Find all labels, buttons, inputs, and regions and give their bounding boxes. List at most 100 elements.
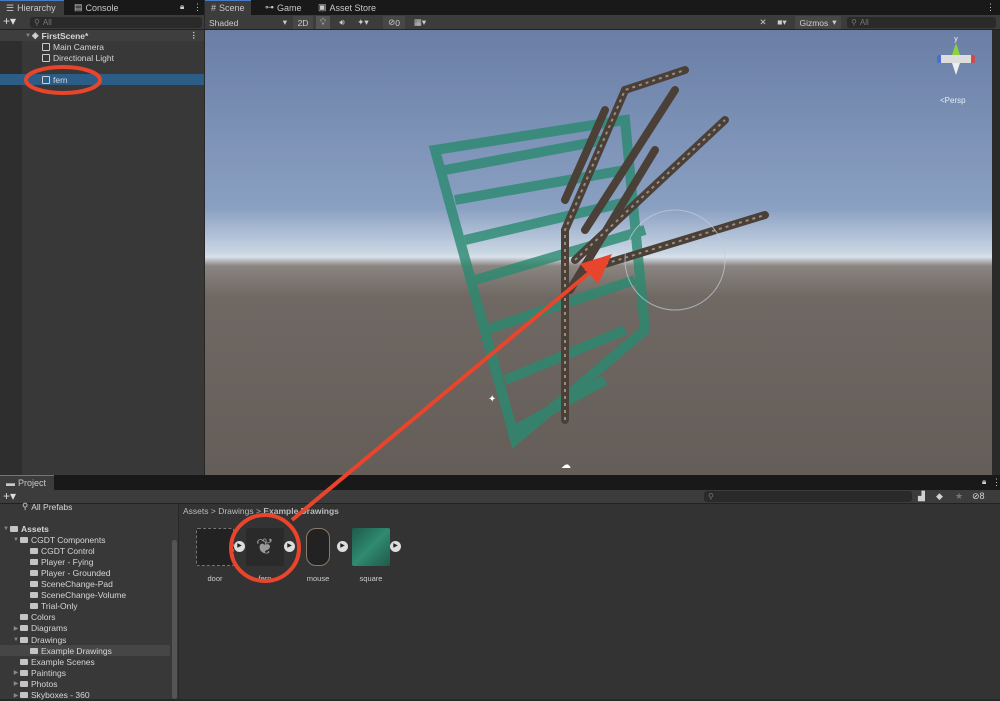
project-search-input[interactable]: ⚲ bbox=[704, 491, 912, 502]
folder-icon bbox=[30, 647, 38, 654]
list-icon: ☰ bbox=[6, 2, 15, 13]
collapse-arrow-icon[interactable]: ▶ bbox=[12, 692, 20, 699]
tools-icon[interactable]: ✕ bbox=[757, 16, 769, 29]
breadcrumb-drawings[interactable]: Drawings bbox=[218, 506, 253, 516]
eye-slash-icon: ⊘ bbox=[972, 491, 980, 501]
scene-search-input[interactable]: ⚲ All bbox=[847, 17, 996, 28]
folder-label: Paintings bbox=[31, 667, 66, 678]
expand-arrow-icon[interactable]: ▼ bbox=[12, 637, 20, 643]
asset-fern[interactable]: ❦ ▶ fern bbox=[243, 528, 295, 583]
folder-item[interactable]: Player - Fying bbox=[0, 556, 170, 567]
collapse-arrow-icon[interactable]: ▶ bbox=[12, 669, 20, 676]
breadcrumb: Assets > Drawings > Example Drawings bbox=[183, 506, 339, 516]
expand-arrow-icon[interactable]: ▼ bbox=[12, 537, 20, 543]
play-icon[interactable]: ▶ bbox=[284, 541, 295, 552]
folder-item[interactable]: ▼ Drawings bbox=[0, 634, 170, 645]
orientation-gizmo[interactable]: y bbox=[935, 36, 977, 92]
scene-root-row[interactable]: ▼ ◈ FirstScene* ⋮ bbox=[0, 30, 204, 41]
tab-game[interactable]: ⊶ Game bbox=[259, 0, 308, 15]
scene-viewport[interactable]: ✦ ☁ y <Persp bbox=[205, 30, 992, 475]
folder-item[interactable]: ▶ Diagrams bbox=[0, 623, 170, 634]
folder-item[interactable]: ▼ Assets bbox=[0, 523, 170, 534]
folder-item[interactable]: CGDT Control bbox=[0, 545, 170, 556]
hierarchy-item-main-camera[interactable]: Main Camera bbox=[0, 41, 204, 52]
grid-icon: # bbox=[211, 3, 217, 13]
asset-door[interactable]: ▶ door bbox=[193, 528, 245, 583]
lighting-toggle-icon[interactable]: 💡︎ bbox=[316, 16, 330, 29]
collapse-arrow-icon[interactable]: ▶ bbox=[12, 680, 20, 687]
tab-hierarchy[interactable]: ☰ Hierarchy bbox=[0, 0, 64, 15]
scene-scrollbar[interactable] bbox=[992, 30, 1000, 475]
gizmos-dropdown[interactable]: Gizmos ▾ bbox=[795, 16, 841, 29]
favorite-all-prefabs[interactable]: ⚲ All Prefabs bbox=[0, 501, 72, 512]
breadcrumb-example-drawings[interactable]: Example Drawings bbox=[263, 506, 339, 516]
2d-toggle[interactable]: 2D bbox=[293, 16, 313, 29]
collapse-arrow-icon[interactable]: ▶ bbox=[12, 625, 20, 632]
folder-icon bbox=[20, 636, 28, 643]
tab-project[interactable]: ▬ Project bbox=[0, 475, 54, 490]
eye-slash-icon: ⊘ bbox=[388, 17, 396, 27]
asset-mouse[interactable]: ▶ mouse bbox=[296, 528, 348, 583]
folder-label: SceneChange-Pad bbox=[41, 579, 113, 589]
search-icon: ⚲ bbox=[708, 492, 714, 501]
camera-dropdown-icon[interactable]: ■▾ bbox=[772, 16, 792, 29]
folder-item[interactable]: Player - Grounded bbox=[0, 567, 170, 578]
tab-console[interactable]: ▤ Console bbox=[68, 0, 125, 15]
projection-label[interactable]: <Persp bbox=[940, 96, 966, 105]
folder-icon bbox=[20, 536, 28, 543]
audio-toggle-icon[interactable]: 🔊︎ bbox=[335, 16, 349, 29]
tab-scene[interactable]: # Scene bbox=[205, 0, 251, 15]
tree-scrollbar[interactable] bbox=[172, 540, 177, 699]
effects-toggle-icon[interactable]: ✦▾ bbox=[352, 16, 374, 29]
lock-icon[interactable]: 🔒︎ bbox=[982, 477, 986, 487]
hierarchy-item-fern[interactable]: fern bbox=[0, 74, 204, 85]
gizmo-neg-y-cone[interactable] bbox=[952, 63, 960, 75]
folder-item[interactable]: SceneChange-Volume bbox=[0, 590, 170, 601]
unity-scene-icon: ◈ bbox=[32, 30, 39, 40]
mouse-thumbnail bbox=[306, 528, 330, 566]
breadcrumb-assets[interactable]: Assets bbox=[183, 506, 209, 516]
grid-toggle-icon[interactable]: ▦▾ bbox=[408, 16, 432, 29]
filter-label-icon[interactable]: ◆ bbox=[936, 491, 943, 502]
expand-arrow-icon[interactable]: ▼ bbox=[24, 33, 32, 39]
folder-item[interactable]: Example Scenes bbox=[0, 656, 170, 667]
add-button[interactable]: +▾ bbox=[3, 14, 16, 28]
hierarchy-item-directional-light[interactable]: Directional Light bbox=[0, 52, 204, 63]
folder-icon bbox=[30, 603, 38, 610]
play-icon[interactable]: ▶ bbox=[337, 541, 348, 552]
folder-icon bbox=[20, 625, 28, 632]
hierarchy-search-input[interactable]: ⚲ All bbox=[30, 17, 202, 28]
favorite-star-icon[interactable]: ★ bbox=[955, 491, 963, 502]
folder-label: Player - Grounded bbox=[41, 567, 111, 578]
folder-item[interactable]: Trial-Only bbox=[0, 601, 170, 612]
folder-item[interactable]: Colors bbox=[0, 612, 170, 623]
folder-item[interactable]: Example Drawings bbox=[0, 645, 170, 657]
square-thumbnail bbox=[352, 528, 390, 566]
more-menu-icon[interactable]: ⋮ bbox=[992, 477, 1000, 488]
gizmo-x-cones[interactable] bbox=[937, 55, 975, 63]
expand-arrow-icon[interactable]: ▼ bbox=[2, 526, 10, 532]
folder-item[interactable]: ▶ Paintings bbox=[0, 667, 170, 678]
filter-type-icon[interactable]: ▟ bbox=[918, 491, 925, 502]
gizmo-y-cone[interactable] bbox=[952, 43, 960, 55]
play-icon[interactable]: ▶ bbox=[390, 541, 401, 552]
draw-mode-dropdown[interactable]: Shaded ▾ bbox=[207, 16, 289, 29]
tab-asset-store[interactable]: ▣ Asset Store bbox=[312, 0, 382, 15]
hidden-packages-toggle[interactable]: ⊘8 bbox=[972, 491, 985, 502]
fern-thumbnail: ❦ bbox=[246, 528, 284, 566]
folder-item[interactable]: SceneChange-Pad bbox=[0, 579, 170, 590]
lock-icon[interactable]: 🔒︎ bbox=[180, 2, 184, 12]
hidden-objects-toggle[interactable]: ⊘ 0 bbox=[383, 16, 405, 29]
folder-label: Player - Fying bbox=[41, 556, 94, 567]
folder-icon bbox=[20, 692, 28, 698]
folder-item[interactable]: ▶ Photos bbox=[0, 678, 170, 689]
scene-menu-icon[interactable]: ⋮ bbox=[190, 30, 199, 41]
folder-label: Drawings bbox=[31, 634, 67, 645]
chevron-down-icon: ▾ bbox=[282, 17, 287, 27]
more-menu-icon[interactable]: ⋮ bbox=[193, 2, 202, 13]
gameobject-icon bbox=[42, 42, 50, 51]
folder-label: Example Drawings bbox=[41, 645, 112, 656]
folder-item[interactable]: ▼ CGDT Components bbox=[0, 534, 170, 545]
scene-more-icon[interactable]: ⋮ bbox=[986, 2, 995, 13]
asset-square[interactable]: ▶ square bbox=[349, 528, 401, 583]
